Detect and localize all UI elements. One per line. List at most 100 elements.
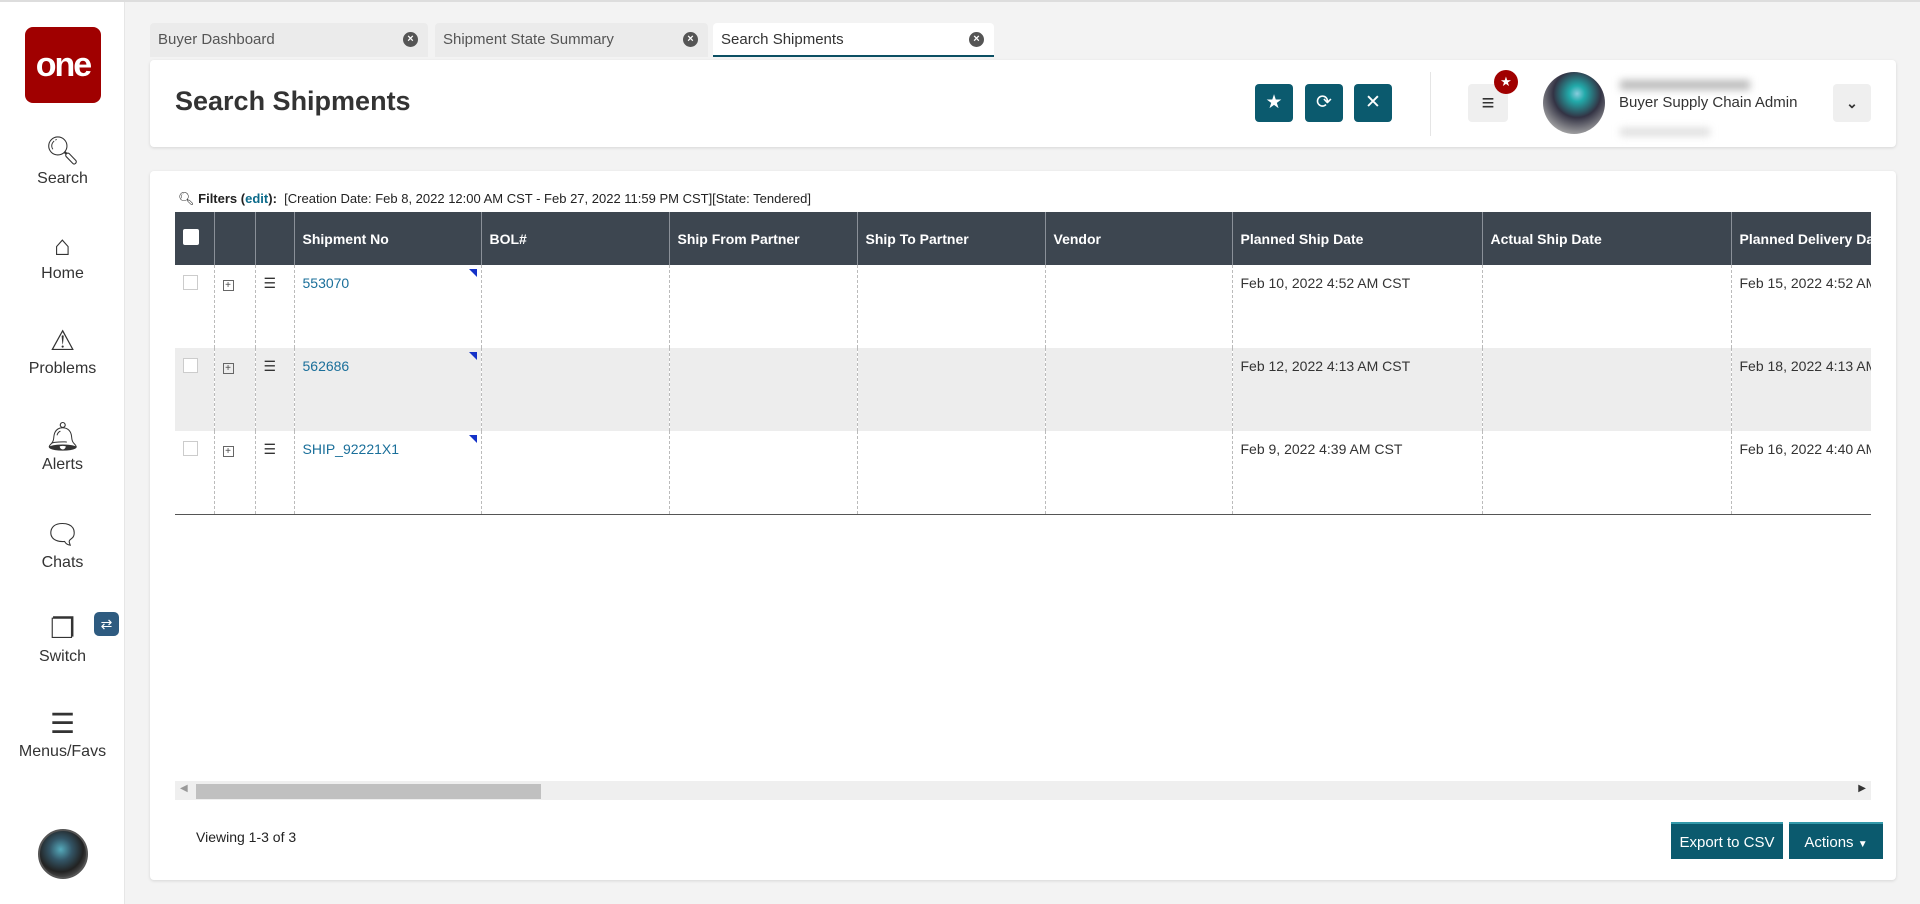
col-shipment-no[interactable]: Shipment No [294, 212, 482, 265]
cell-bol [481, 431, 670, 515]
close-tab-icon[interactable]: × [969, 32, 984, 47]
actions-label: Actions [1804, 834, 1854, 851]
col-bol[interactable]: BOL# [481, 212, 670, 265]
logo[interactable]: one [25, 27, 101, 103]
scroll-right-icon[interactable]: ▶ [1858, 783, 1866, 794]
favorite-button[interactable]: ★ [1255, 84, 1293, 122]
table-row: + ☰ 553070 Feb 10, 2022 4:52 AM CST Feb 15, … [175, 265, 1871, 348]
table-row: + ☰ SHIP_92221X1 Feb 9, 2022 4:39 AM CST Feb… [175, 431, 1871, 515]
cell-actual-ship [1482, 431, 1732, 515]
scroll-left-icon[interactable]: ◀ [180, 783, 188, 794]
close-button[interactable]: ✕ [1354, 84, 1392, 122]
expand-row-icon[interactable]: + [214, 431, 256, 515]
actions-button[interactable]: Actions ▼ [1789, 822, 1883, 859]
chevron-down-icon: ⌄ [1846, 95, 1858, 111]
tab-search-shipments[interactable]: Search Shipments × [713, 23, 994, 57]
shipment-link[interactable]: 553070 [303, 275, 350, 291]
indicator-flag-icon [468, 435, 477, 443]
blurred-org [1620, 128, 1710, 136]
shipment-no-cell: 562686 [294, 348, 482, 431]
sidebar-item-problems[interactable]: ⚠︎ Problems [0, 326, 125, 378]
close-tab-icon[interactable]: × [403, 32, 418, 47]
cell-vendor [1045, 431, 1233, 515]
star-badge-icon: ★ [1494, 70, 1518, 94]
sidebar-item-label: Alerts [42, 456, 83, 473]
select-all-checkbox[interactable] [175, 212, 215, 265]
sidebar-item-menus-favs[interactable]: ☰ Menus/Favs [0, 709, 125, 761]
swap-icon[interactable]: ⇄ [94, 612, 119, 636]
cell-planned-ship: Feb 10, 2022 4:52 AM CST [1232, 265, 1483, 348]
expand-row-icon[interactable]: + [214, 265, 256, 348]
cell-ship-to [857, 431, 1046, 515]
col-planned-delivery-date[interactable]: Planned Delivery Date [1731, 212, 1871, 265]
shipment-link[interactable]: SHIP_92221X1 [303, 441, 400, 457]
sidebar-item-home[interactable]: ⌂ Home [0, 231, 125, 283]
cell-ship-from [669, 265, 858, 348]
col-actual-ship-date[interactable]: Actual Ship Date [1482, 212, 1732, 265]
icon-header [255, 212, 295, 265]
tab-label: Search Shipments [721, 31, 844, 48]
export-csv-button[interactable]: Export to CSV [1671, 822, 1783, 859]
tab-label: Shipment State Summary [443, 31, 614, 48]
horizontal-scrollbar[interactable]: ◀ ▶ [175, 781, 1871, 800]
col-planned-ship-date[interactable]: Planned Ship Date [1232, 212, 1483, 265]
user-menu-dropdown[interactable]: ⌄ [1833, 84, 1871, 122]
expand-header [214, 212, 256, 265]
shipment-no-cell: SHIP_92221X1 [294, 431, 482, 515]
sidebar-item-label: Problems [28, 360, 97, 377]
sidebar-item-label: Switch [38, 648, 87, 665]
sidebar-item-alerts[interactable]: 🔔︎ Alerts [0, 422, 125, 474]
cell-ship-from [669, 431, 858, 515]
shipment-details-icon[interactable]: ☰ [255, 265, 295, 348]
expand-row-icon[interactable]: + [214, 348, 256, 431]
refresh-button[interactable]: ⟳ [1305, 84, 1343, 122]
sidebar-item-label: Home [41, 265, 84, 282]
col-vendor[interactable]: Vendor [1045, 212, 1233, 265]
shipment-no-cell: 553070 [294, 265, 482, 348]
user-avatar[interactable] [1543, 72, 1605, 134]
page-header: Search Shipments ★ ⟳ ✕ ≡ ★ Buyer Supply … [150, 60, 1896, 147]
page-title: Search Shipments [175, 86, 411, 116]
row-checkbox[interactable] [175, 265, 215, 348]
logo-text: one [35, 45, 92, 84]
home-icon: ⌂ [54, 230, 71, 261]
blurred-username [1620, 80, 1750, 90]
refresh-icon: ⟳ [1316, 92, 1332, 113]
table-viewport: Shipment No BOL# Ship From Partner Ship … [150, 171, 1871, 531]
row-checkbox[interactable] [175, 431, 215, 515]
table-row: + ☰ 562686 Feb 12, 2022 4:13 AM CST Feb 18, … [175, 348, 1871, 431]
user-avatar[interactable] [38, 829, 88, 879]
col-ship-to-partner[interactable]: Ship To Partner [857, 212, 1046, 265]
shipment-link[interactable]: 562686 [303, 358, 350, 374]
tab-label: Buyer Dashboard [158, 31, 275, 48]
tab-shipment-state-summary[interactable]: Shipment State Summary × [435, 23, 708, 57]
caret-down-icon: ▼ [1857, 839, 1868, 850]
cell-planned-delivery: Feb 15, 2022 4:52 AM CST [1731, 265, 1871, 348]
cell-planned-delivery: Feb 16, 2022 4:40 AM CST [1731, 431, 1871, 515]
menu-icon: ≡ [1481, 90, 1495, 115]
cell-ship-to [857, 265, 1046, 348]
cell-planned-delivery: Feb 18, 2022 4:13 AM CST [1731, 348, 1871, 431]
scrollbar-thumb[interactable] [196, 784, 541, 799]
search-icon: 🔍︎ [44, 135, 81, 166]
sidebar-item-label: Search [37, 170, 88, 187]
cell-vendor [1045, 348, 1233, 431]
close-icon: ✕ [1365, 92, 1381, 113]
cell-vendor [1045, 265, 1233, 348]
cell-actual-ship [1482, 348, 1732, 431]
shipment-details-icon[interactable]: ☰ [255, 431, 295, 515]
user-role: Buyer Supply Chain Admin [1619, 94, 1798, 111]
row-checkbox[interactable] [175, 348, 215, 431]
close-tab-icon[interactable]: × [683, 32, 698, 47]
sidebar-item-chats[interactable]: 🗨︎ Chats [0, 520, 125, 572]
sidebar-item-search[interactable]: 🔍︎ Search [0, 136, 125, 188]
sidebar-item-label: Menus/Favs [18, 743, 107, 760]
indicator-flag-icon [468, 269, 477, 277]
pagination-info: Viewing 1-3 of 3 [196, 829, 297, 845]
bell-icon: 🔔︎ [44, 421, 81, 452]
cell-ship-to [857, 348, 1046, 431]
tab-buyer-dashboard[interactable]: Buyer Dashboard × [150, 23, 428, 57]
indicator-flag-icon [468, 352, 477, 360]
shipment-details-icon[interactable]: ☰ [255, 348, 295, 431]
col-ship-from-partner[interactable]: Ship From Partner [669, 212, 858, 265]
